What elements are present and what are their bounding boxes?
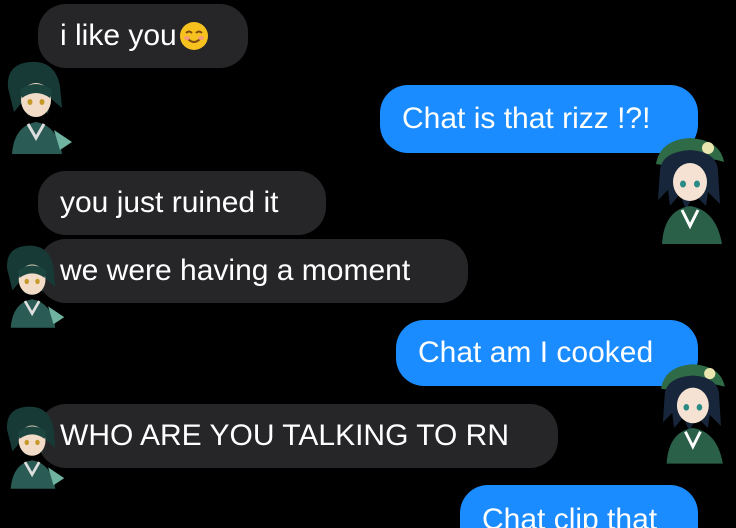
message-bubble-received: you just ruined it xyxy=(38,171,326,235)
message-bubble-received: WHO ARE YOU TALKING TO RN xyxy=(38,404,558,468)
message-text: you just ruined it xyxy=(60,186,279,219)
smiling-face-emoji-icon xyxy=(179,22,208,50)
message-text: we were having a moment xyxy=(60,254,411,287)
dark-haired-character-avatar-icon xyxy=(6,406,65,489)
dark-haired-character-avatar-icon xyxy=(6,245,65,328)
message-bubble-received: we were having a moment xyxy=(38,239,468,303)
message-text: WHO ARE YOU TALKING TO RN xyxy=(60,419,509,452)
green-beret-character-avatar-icon xyxy=(661,364,725,464)
green-beret-character-avatar-icon xyxy=(656,138,724,244)
message-text: i like you xyxy=(60,19,177,52)
message-text: Chat am I cooked xyxy=(418,336,654,369)
message-text: Chat is that rizz !?! xyxy=(402,102,651,135)
dark-haired-character-avatar-icon xyxy=(7,61,72,154)
message-text: Chat clip that xyxy=(482,503,658,528)
message-bubble-sent: Chat clip that xyxy=(460,485,698,528)
